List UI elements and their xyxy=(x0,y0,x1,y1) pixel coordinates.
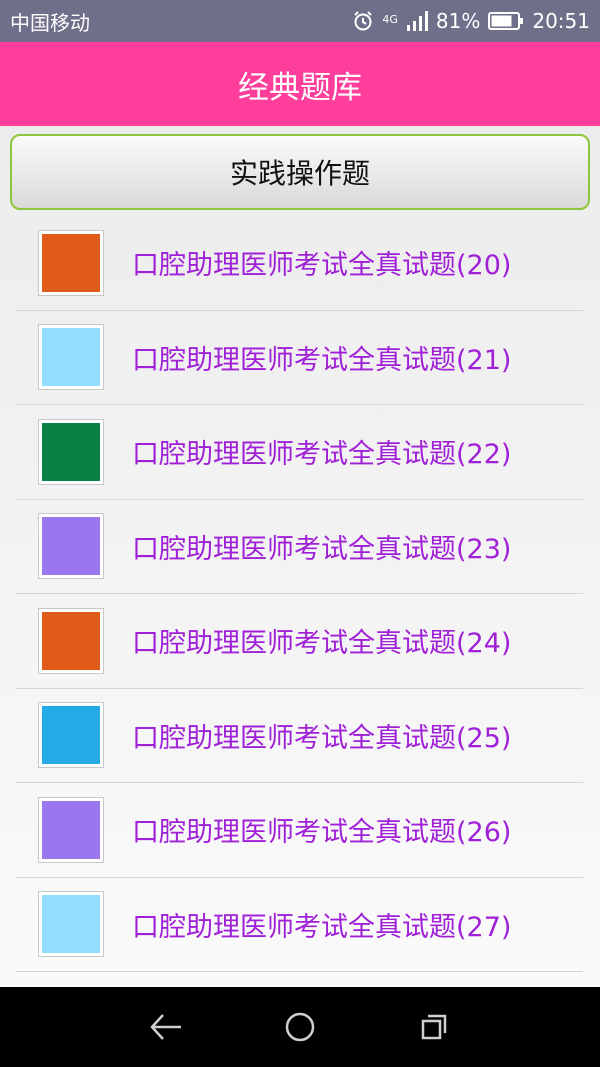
practice-questions-button[interactable]: 实践操作题 xyxy=(10,134,590,210)
color-swatch-icon xyxy=(42,706,100,765)
list-item[interactable]: 口腔助理医师考试全真试题(23) xyxy=(16,500,583,594)
list-item-label: 口腔助理医师考试全真试题(24) xyxy=(132,628,512,660)
color-swatch-frame xyxy=(38,418,104,485)
list-item-label: 口腔助理医师考试全真试题(20) xyxy=(132,250,512,282)
network-type: 4G xyxy=(382,13,398,26)
practice-button-label: 实践操作题 xyxy=(229,157,370,190)
color-swatch-icon xyxy=(42,422,100,481)
main-content: 实践操作题 口腔助理医师考试全真试题(20) 口腔助理医师考试全真试题(21) 口腔… xyxy=(0,126,600,987)
back-icon[interactable] xyxy=(144,1005,188,1049)
exam-list: 口腔助理医师考试全真试题(20) 口腔助理医师考试全真试题(21) 口腔助理医师考试… xyxy=(16,216,583,972)
color-swatch-frame xyxy=(38,702,104,769)
status-icons: 4G 81% 20:51 xyxy=(352,9,590,33)
carrier-name: 中国移动 xyxy=(10,10,90,35)
page-title: 经典题库 xyxy=(238,69,362,106)
app-header: 经典题库 xyxy=(0,42,600,126)
list-item-label: 口腔助理医师考试全真试题(22) xyxy=(132,439,512,471)
list-item[interactable]: 口腔助理医师考试全真试题(25) xyxy=(16,689,583,783)
list-item[interactable]: 口腔助理医师考试全真试题(24) xyxy=(16,594,583,689)
alarm-icon xyxy=(352,10,374,32)
list-item[interactable]: 口腔助理医师考试全真试题(26) xyxy=(16,783,583,878)
color-swatch-frame xyxy=(38,891,104,958)
color-swatch-icon xyxy=(42,611,100,670)
color-swatch-frame xyxy=(38,513,104,580)
battery-icon xyxy=(488,11,524,31)
recents-icon[interactable] xyxy=(412,1005,456,1049)
clock: 20:51 xyxy=(532,9,590,33)
color-swatch-frame xyxy=(38,324,104,391)
list-item[interactable]: 口腔助理医师考试全真试题(21) xyxy=(16,311,583,405)
color-swatch-frame xyxy=(38,796,104,863)
color-swatch-icon xyxy=(42,517,100,576)
list-item-label: 口腔助理医师考试全真试题(27) xyxy=(132,911,512,943)
color-swatch-frame xyxy=(38,229,104,296)
color-swatch-icon xyxy=(42,895,100,954)
list-item-label: 口腔助理医师考试全真试题(26) xyxy=(132,817,512,849)
list-item-label: 口腔助理医师考试全真试题(25) xyxy=(132,722,512,754)
list-item-label: 口腔助理医师考试全真试题(23) xyxy=(132,533,512,565)
color-swatch-icon xyxy=(42,800,100,859)
color-swatch-frame xyxy=(38,607,104,674)
list-item[interactable]: 口腔助理医师考试全真试题(27) xyxy=(16,878,583,972)
signal-icon xyxy=(406,10,428,32)
list-item[interactable]: 口腔助理医师考试全真试题(20) xyxy=(16,216,583,311)
status-bar: 中国移动 4G 81% 20:51 xyxy=(0,0,600,42)
list-item-label: 口腔助理医师考试全真试题(21) xyxy=(132,344,512,376)
battery-percent: 81% xyxy=(435,9,481,33)
navigation-bar xyxy=(0,987,600,1067)
home-icon[interactable] xyxy=(278,1005,322,1049)
list-item[interactable]: 口腔助理医师考试全真试题(22) xyxy=(16,405,583,500)
color-swatch-icon xyxy=(42,328,100,387)
color-swatch-icon xyxy=(42,233,100,292)
